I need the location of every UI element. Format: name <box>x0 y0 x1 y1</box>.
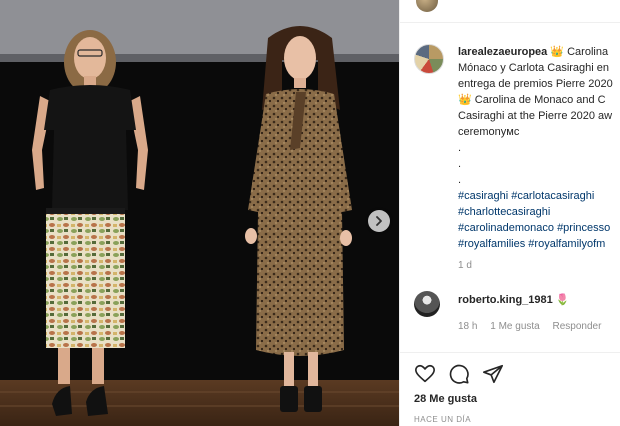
likes-count[interactable]: 28 Me gusta <box>414 393 477 405</box>
header-avatar[interactable] <box>416 0 438 12</box>
hashtag-line[interactable]: #royalfamilies #royalfamilyofm <box>458 236 620 252</box>
comment-time[interactable]: 18 h <box>458 321 477 332</box>
tulip-emoji: 🌷 <box>555 294 570 306</box>
reply-button[interactable]: Responder <box>553 321 602 332</box>
chevron-right-icon <box>376 216 382 226</box>
comment-meta: 18 h 1 Me gusta Responder <box>458 321 611 332</box>
post-photo[interactable] <box>0 0 399 426</box>
caption-line: Mónaco y Carlota Casiraghi en <box>458 62 610 74</box>
commenter-username[interactable]: roberto.king_1981 <box>458 294 553 306</box>
crown-emoji: 👑 <box>550 46 565 58</box>
caption-line: Carolina de Monaco and C <box>471 94 606 106</box>
next-image-button[interactable] <box>368 210 390 232</box>
caption-line: Casiraghi at the Pierre 2020 aw <box>458 110 613 122</box>
commenter-avatar[interactable] <box>414 291 440 317</box>
caption-line: ceremonyмс <box>458 126 520 138</box>
paper-plane-icon[interactable] <box>482 363 504 385</box>
caption-line: entrega de premios Pierre 2020 <box>458 78 613 90</box>
post-timestamp[interactable]: HACE UN DÍA <box>414 415 471 424</box>
caption-text: larealezaeuropea 👑 Carolina Mónaco y Car… <box>458 44 620 274</box>
post-actions-section: 28 Me gusta HACE UN DÍA <box>400 352 620 426</box>
comment-likes[interactable]: 1 Me gusta <box>490 321 539 332</box>
action-buttons <box>414 363 504 385</box>
post-side-panel: larealezaeuropea 👑 Carolina Mónaco y Car… <box>399 0 620 426</box>
heart-icon[interactable] <box>414 363 436 385</box>
photo-scene <box>0 0 399 426</box>
hashtag-line[interactable]: #casiraghi #carlotacasiraghi <box>458 188 620 204</box>
caption-dot: . <box>458 158 462 170</box>
crown-emoji: 👑 <box>458 94 472 106</box>
caption-dot: . <box>458 174 462 186</box>
avatar[interactable] <box>414 44 444 74</box>
caption-username[interactable]: larealezaeuropea <box>458 46 547 58</box>
caption-line: Carolina <box>564 46 609 58</box>
hashtag-line[interactable]: #charlottecasiraghi <box>458 204 620 220</box>
caption-time[interactable]: 1 d <box>458 258 620 274</box>
hashtag-line[interactable]: #carolinademonaco #princesso <box>458 220 620 236</box>
post-header <box>400 0 620 23</box>
comment-icon[interactable] <box>448 363 470 385</box>
caption-dot: . <box>458 142 462 154</box>
